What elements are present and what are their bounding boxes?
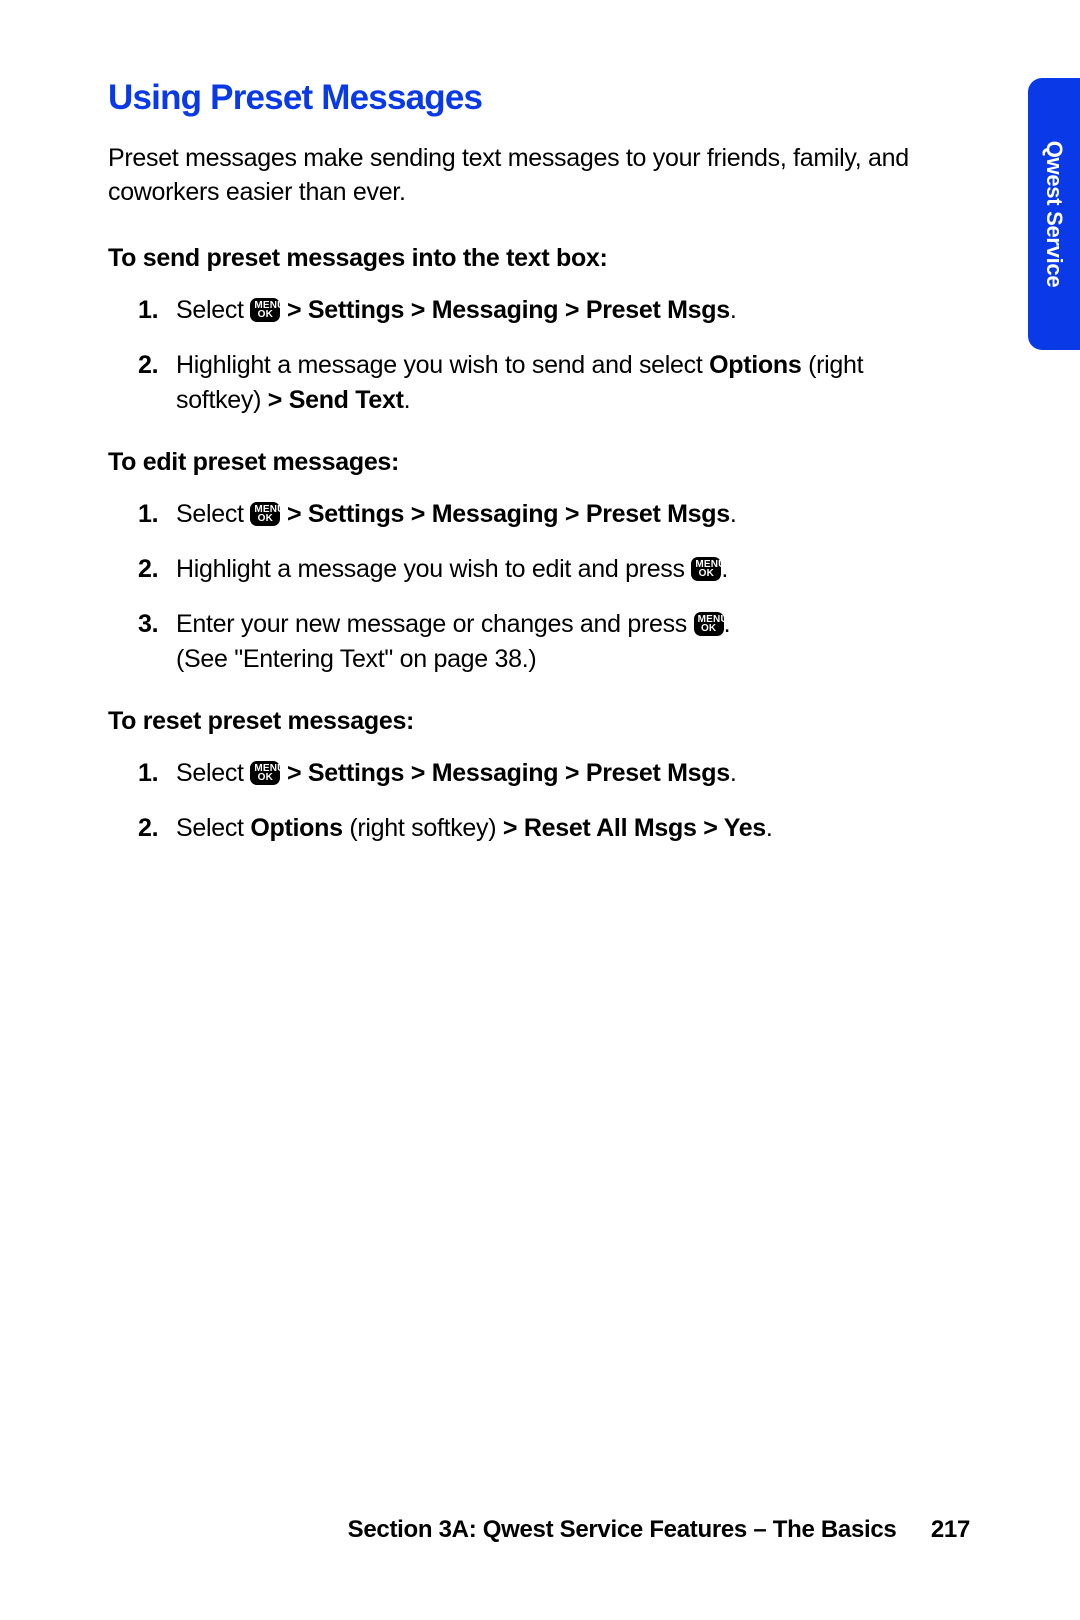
section-subhead: To send preset messages into the text bo… [108,244,938,273]
menu-ok-key-icon: MENUOK [694,612,724,636]
step-item: Select MENUOK > Settings > Messaging > P… [108,293,938,328]
side-tab-label: Qwest Service [1041,141,1067,288]
step-list: Select MENUOK > Settings > Messaging > P… [108,293,938,418]
step-item: Highlight a message you wish to edit and… [108,552,938,587]
side-tab: Qwest Service [1028,78,1080,350]
section-subhead: To edit preset messages: [108,448,938,477]
menu-ok-key-icon: MENUOK [691,557,721,581]
step-item: Enter your new message or changes and pr… [108,607,938,677]
footer-text: Section 3A: Qwest Service Features – The… [348,1516,897,1543]
menu-ok-key-icon: MENUOK [250,502,280,526]
step-list: Select MENUOK > Settings > Messaging > P… [108,497,938,677]
intro-paragraph: Preset messages make sending text messag… [108,142,938,210]
page-number: 217 [931,1516,970,1543]
page-heading: Using Preset Messages [108,78,938,118]
page-content: Using Preset Messages Preset messages ma… [108,78,938,876]
step-item: Highlight a message you wish to send and… [108,348,938,418]
menu-ok-key-icon: MENUOK [250,761,280,785]
menu-ok-key-icon: MENUOK [250,298,280,322]
step-item: Select MENUOK > Settings > Messaging > P… [108,756,938,791]
step-item: Select Options (right softkey) > Reset A… [108,811,938,846]
section-subhead: To reset preset messages: [108,707,938,736]
step-list: Select MENUOK > Settings > Messaging > P… [108,756,938,846]
page-footer: Section 3A: Qwest Service Features – The… [348,1516,970,1544]
step-item: Select MENUOK > Settings > Messaging > P… [108,497,938,532]
